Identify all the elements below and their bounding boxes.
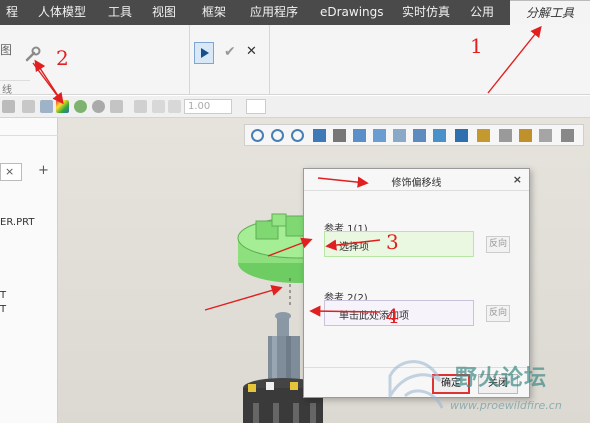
forum-logo-icon [388,360,444,409]
annotation-number-4: 4 [386,304,399,328]
forum-watermark: 野火论坛 [455,366,548,391]
annotation-number-3: 3 [386,230,399,254]
annotation-number-2: 2 [56,46,69,70]
annotation-number-1: 1 [470,34,483,58]
forum-url-watermark: www.proewildfire.cn [450,399,562,412]
